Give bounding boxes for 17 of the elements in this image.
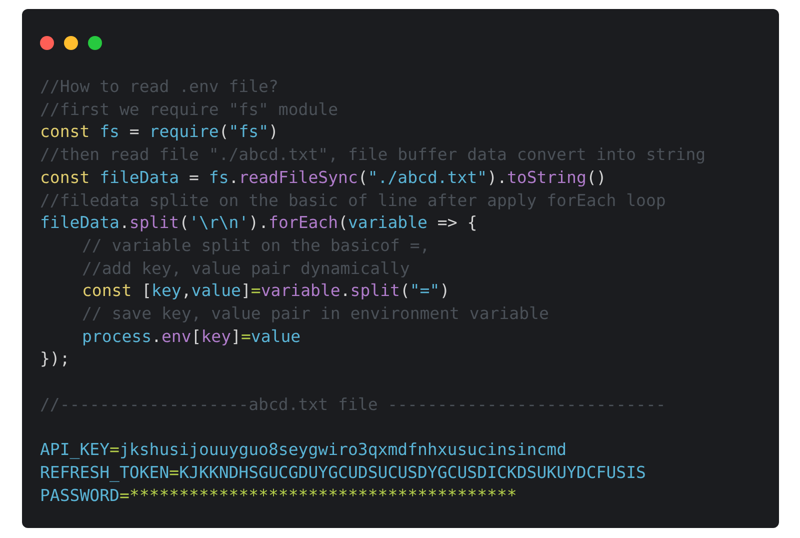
code-line: //-------------------abcd.txt file ---------------------------- <box>40 394 666 416</box>
code-line: fileData.split('\r\n').forEach(variable => { <box>40 212 478 234</box>
code-line: // variable split on the basicof =, <box>81 234 430 257</box>
code-line: PASSWORD=*************************************** <box>40 484 517 507</box>
code-line: //then read file "./abcd.txt", file buffer data convert into string <box>40 144 706 166</box>
code-line: //add key, value pair dynamically <box>81 258 410 280</box>
code-line: //first we require "fs" module <box>40 98 338 121</box>
code-line: process.env[key]=value <box>81 326 301 348</box>
code-line: const [key,value]=variable.split("=") <box>81 280 450 302</box>
code-line: //How to read .env file? <box>40 76 278 98</box>
code-line: const fs = require("fs") <box>40 121 278 144</box>
code-line: }); <box>40 348 70 370</box>
code-line: //filedata splite on the basic of line after apply forEach loop <box>40 190 666 212</box>
code-line: API_KEY=jkshusijouuyguo8seygwiro3qxmdfnhxusucinsincmd <box>40 439 567 462</box>
code-line: REFRESH_TOKEN=KJKKNDHSGUCGDUYGCUDSUCUSDYGCUSDICKDSUKUYDCFUSIS <box>40 462 646 484</box>
code-line: const fileData = fs.readFileSync("./abcd.txt").toString() <box>40 166 606 189</box>
code-line: // save key, value pair in environment variable <box>81 303 549 326</box>
